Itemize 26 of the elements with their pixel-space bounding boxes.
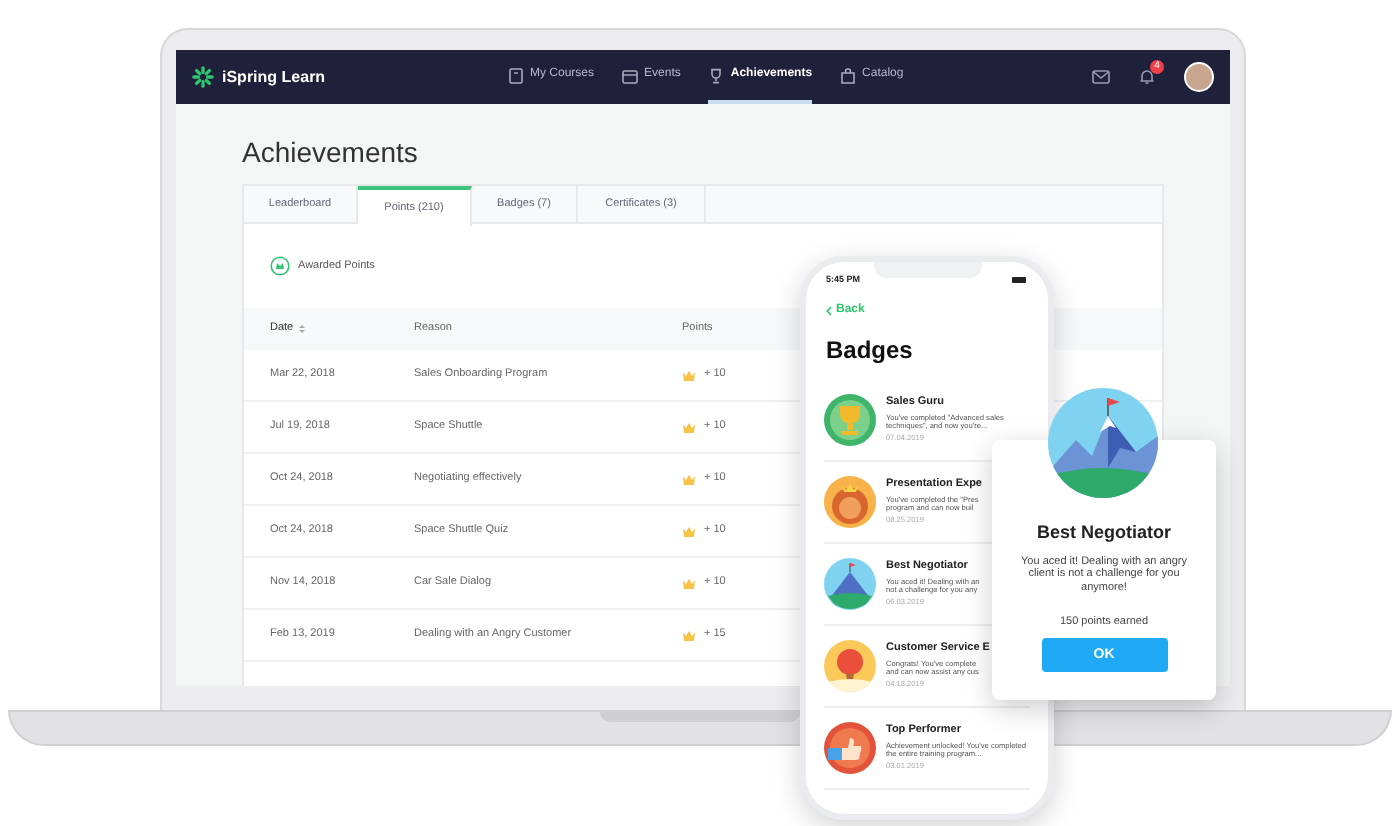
book-icon: [508, 67, 524, 83]
crown-icon: [682, 577, 696, 589]
brand-name: iSpring Learn: [222, 65, 326, 89]
page-title: Achievements: [242, 134, 420, 170]
thumbs-up-badge-icon: [824, 722, 876, 774]
popup-title: Best Negotiator: [1036, 520, 1171, 546]
battery-icon: [1012, 276, 1028, 284]
award-icon: [270, 256, 290, 276]
avatar[interactable]: [1184, 62, 1214, 92]
crown-icon: [682, 421, 696, 433]
bell-icon[interactable]: [1138, 68, 1156, 86]
lion-badge-icon: [824, 476, 876, 528]
mail-icon[interactable]: [1092, 70, 1110, 84]
trophy-badge-icon: [824, 394, 876, 446]
crown-icon: [682, 629, 696, 641]
calendar-icon: [622, 67, 639, 83]
trophy-icon: [708, 67, 725, 83]
balloon-badge-icon: [824, 640, 876, 692]
screen-title: Badges: [824, 334, 915, 368]
crown-icon: [682, 369, 696, 381]
logo-icon: [192, 66, 214, 88]
crown-icon: [682, 525, 696, 537]
bag-icon: [840, 67, 857, 83]
mountain-badge-icon: [824, 558, 876, 610]
crown-icon: [682, 473, 696, 485]
chevron-left-icon: [826, 306, 832, 316]
